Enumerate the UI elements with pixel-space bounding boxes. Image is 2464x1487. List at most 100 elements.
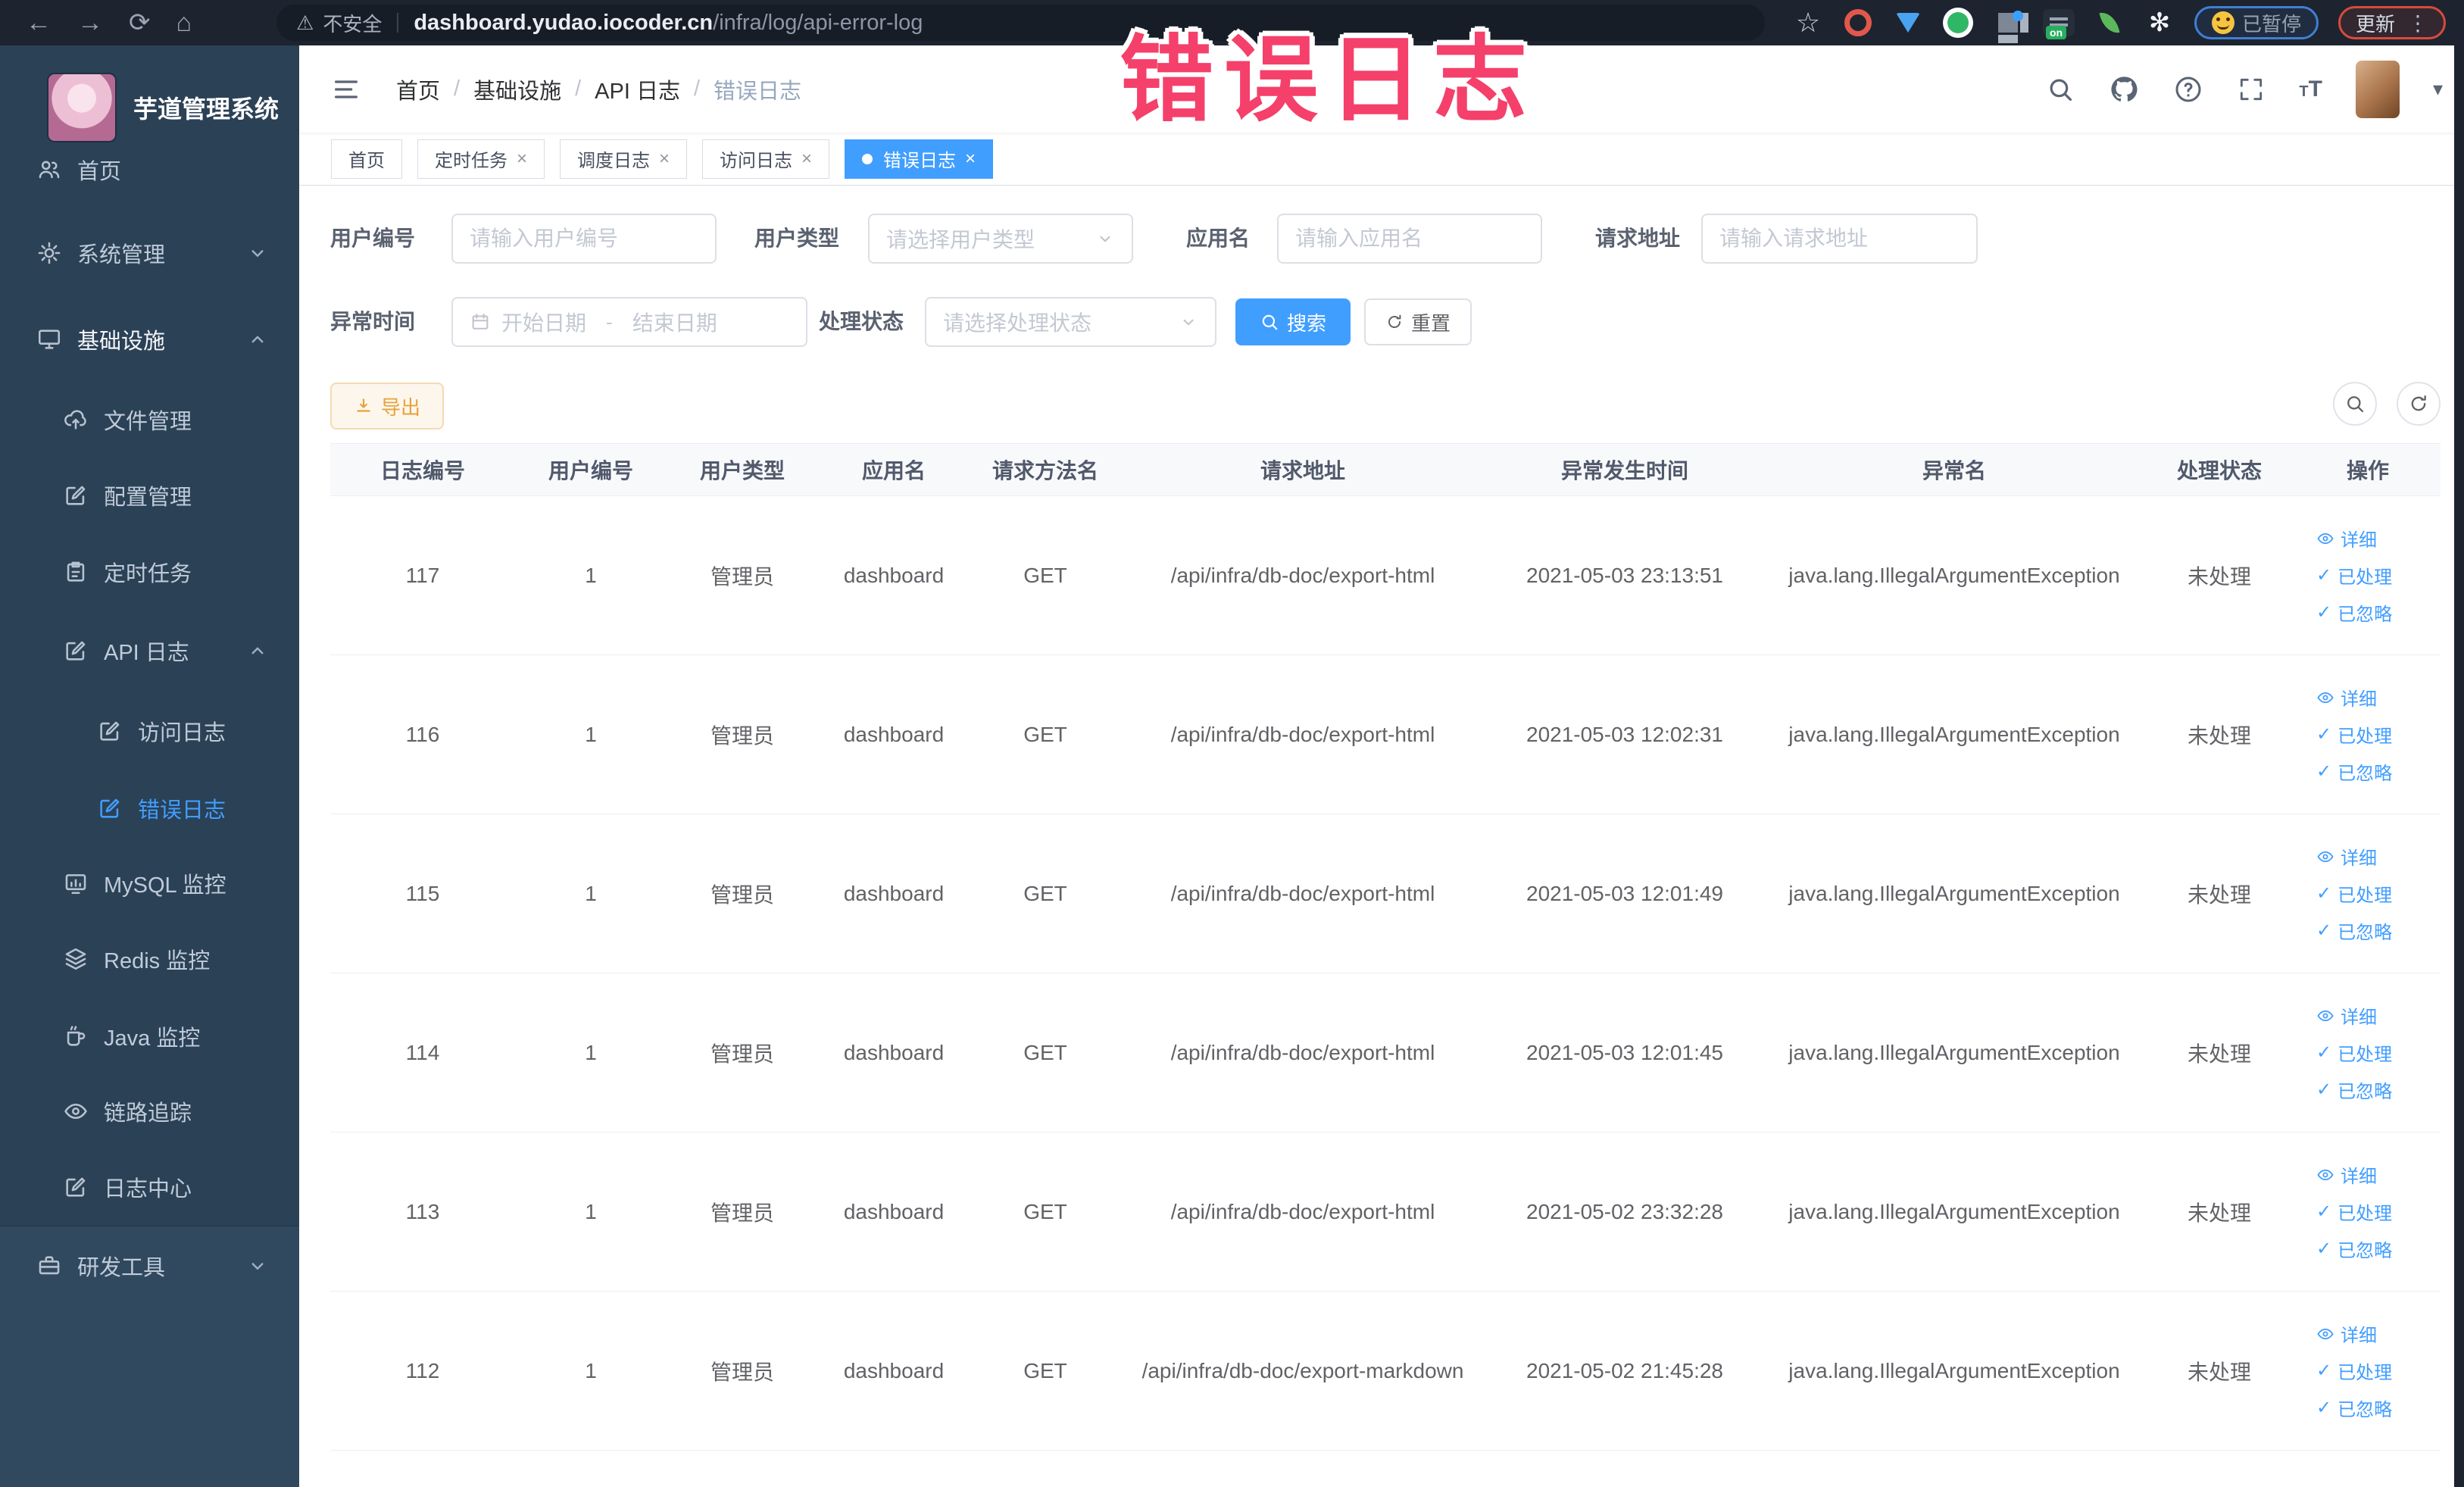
request-url-input[interactable] [1701,214,1978,264]
close-icon[interactable]: × [517,148,527,170]
cloud-upload-icon [63,407,89,433]
detail-link[interactable]: 详细 [2316,1002,2377,1029]
mark-processed-link[interactable]: ✓ 已处理 [2316,880,2392,907]
sidebar: 芋道管理系统 首页 系统管理 基础设施 文件管理 配置管理 定时任务 API 日… [0,45,299,1487]
bookmark-star-icon[interactable]: ☆ [1793,7,1823,38]
breadcrumb-infrastructure[interactable]: 基础设施 [473,73,561,105]
avatar-caret-icon[interactable]: ▾ [2433,77,2443,101]
mark-ignored-link[interactable]: ✓ 已忽略 [2316,599,2392,626]
cell-status: 未处理 [2187,1042,2251,1066]
reset-button[interactable]: 重置 [1364,298,1472,345]
sidebar-item-api-log[interactable]: API 日志 [0,613,299,689]
breadcrumb-api-log[interactable]: API 日志 [595,73,680,105]
detail-link[interactable]: 详细 [2316,684,2377,711]
refresh-table-button[interactable] [2397,382,2441,426]
sidebar-item-access-log[interactable]: 访问日志 [0,693,299,769]
user-id-input[interactable] [451,214,717,264]
sidebar-item-scheduled-tasks[interactable]: 定时任务 [0,534,299,610]
mark-processed-link[interactable]: ✓ 已处理 [2316,721,2392,748]
mark-processed-link[interactable]: ✓ 已处理 [2316,562,2392,589]
sidebar-item-config-management[interactable]: 配置管理 [0,458,299,533]
sidebar-item-mysql-monitor[interactable]: MySQL 监控 [0,845,299,921]
eye-icon [2316,689,2334,707]
window-scrollbar[interactable] [2454,0,2464,1487]
font-size-icon[interactable]: TT [2299,77,2322,102]
help-icon[interactable] [2173,74,2203,105]
tag-home[interactable]: 首页 [331,139,402,179]
detail-link[interactable]: 详细 [2316,1161,2377,1188]
cell-user-id: 1 [585,722,597,746]
tag-error-log[interactable]: 错误日志 × [845,139,994,179]
toggle-search-button[interactable] [2333,382,2377,426]
mark-processed-link[interactable]: ✓ 已处理 [2316,1039,2392,1066]
extension-leaf-icon[interactable] [2094,8,2125,38]
close-icon[interactable]: × [801,148,812,170]
sidebar-item-redis-monitor[interactable]: Redis 监控 [0,921,299,997]
browser-forward-icon[interactable]: → [77,0,103,45]
github-icon[interactable] [2108,73,2140,105]
sidebar-item-trace[interactable]: 链路追踪 [0,1073,299,1149]
mark-ignored-link[interactable]: ✓ 已忽略 [2316,758,2392,785]
avatar[interactable] [2355,60,2400,118]
app-name-input[interactable] [1277,214,1542,264]
address-bar[interactable]: ⚠ 不安全 dashboard.yudao.iocoder.cn /infra/… [276,5,1765,41]
detail-link[interactable]: 详细 [2316,843,2377,870]
cell-user-type: 管理员 [710,564,774,589]
cell-exception: java.lang.IllegalArgumentException [1788,1199,2120,1223]
sidebar-item-system-management[interactable]: 系统管理 [0,215,299,291]
breadcrumb-home[interactable]: 首页 [396,73,440,105]
sidebar-item-log-center[interactable]: 日志中心 [0,1149,299,1225]
detail-link[interactable]: 详细 [2316,1320,2377,1347]
mark-ignored-link[interactable]: ✓ 已忽略 [2316,1076,2392,1103]
extension-green-icon[interactable] [1942,8,1973,38]
process-status-select[interactable]: 请选择处理状态 [925,297,1216,347]
extension-ring-icon[interactable] [1843,8,1873,38]
extension-on-badge-icon[interactable]: on [2042,9,2075,39]
table-row: 113 1 管理员 dashboard GET /api/infra/db-do… [330,1132,2441,1292]
col-header-user-type: 用户类型 [699,459,785,483]
mark-ignored-link[interactable]: ✓ 已忽略 [2316,1236,2392,1262]
mark-processed-link[interactable]: ✓ 已处理 [2316,1357,2392,1384]
date-range-picker[interactable]: 开始日期 - 结束日期 [451,297,807,347]
sidebar-item-java-monitor[interactable]: Java 监控 [0,998,299,1074]
browser-home-icon[interactable]: ⌂ [176,0,192,45]
detail-link[interactable]: 详细 [2316,525,2377,551]
mark-ignored-link[interactable]: ✓ 已忽略 [2316,917,2392,944]
user-type-select[interactable]: 请选择用户类型 [868,214,1133,264]
mark-processed-link[interactable]: ✓ 已处理 [2316,1198,2392,1225]
table-row: 115 1 管理员 dashboard GET /api/infra/db-do… [330,814,2441,973]
fullscreen-icon[interactable] [2237,75,2266,104]
extension-shield-icon[interactable] [1893,8,1923,38]
security-label[interactable]: 不安全 [323,9,382,37]
cell-exception: java.lang.IllegalArgumentException [1788,1358,2120,1382]
tag-scheduled-tasks[interactable]: 定时任务 × [417,139,545,179]
mark-ignored-link[interactable]: ✓ 已忽略 [2316,1395,2392,1421]
request-url-field[interactable] [1719,226,1960,251]
close-icon[interactable]: × [659,148,670,170]
paused-badge[interactable]: 已暂停 [2194,6,2319,39]
extensions-puzzle-icon[interactable]: ✻ [2144,8,2175,38]
sidebar-item-home[interactable]: 首页 [0,132,299,208]
tag-schedule-log[interactable]: 调度日志 × [560,139,688,179]
close-icon[interactable]: × [965,148,976,170]
update-badge[interactable]: 更新 ⋮ [2338,6,2446,39]
sidebar-item-dev-tools[interactable]: 研发工具 [0,1228,299,1304]
app-name-field[interactable] [1295,226,1524,251]
cell-app-name: dashboard [843,1199,945,1223]
select-placeholder: 请选择处理状态 [943,311,1092,335]
tag-access-log[interactable]: 访问日志 × [702,139,830,179]
sidebar-item-error-log[interactable]: 错误日志 [0,770,299,846]
browser-back-icon[interactable]: ← [26,0,52,45]
browser-menu-icon[interactable]: ⋮ [2407,11,2428,36]
export-button[interactable]: 导出 [330,383,444,430]
extension-grid-icon[interactable] [1993,8,2023,38]
browser-reload-icon[interactable]: ⟳ [129,0,151,45]
sidebar-item-infrastructure[interactable]: 基础设施 [0,301,299,377]
search-icon[interactable] [2046,75,2075,104]
cell-actions: 详细 ✓ 已处理 ✓ 已忽略 [2295,1132,2441,1291]
cell-actions: 详细 ✓ 已处理 ✓ 已忽略 [2295,814,2441,973]
sidebar-item-file-management[interactable]: 文件管理 [0,382,299,458]
search-button[interactable]: 搜索 [1235,298,1351,345]
user-id-field[interactable] [470,226,698,251]
hamburger-icon[interactable] [331,74,361,105]
